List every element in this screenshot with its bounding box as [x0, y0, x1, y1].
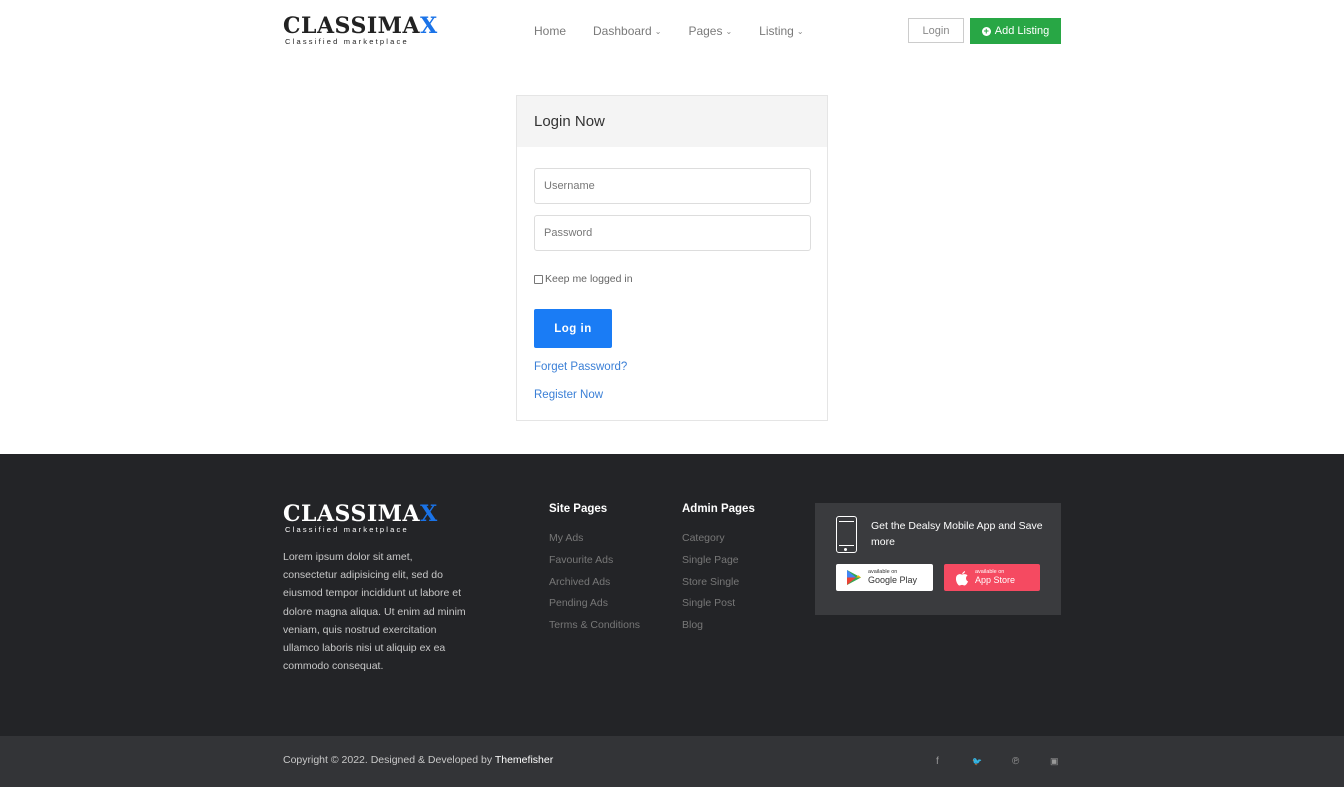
admin-pages-title: Admin Pages — [682, 503, 755, 515]
footer-logo-tagline: Classified marketplace — [285, 525, 409, 534]
forget-password-link[interactable]: Forget Password? — [534, 361, 627, 373]
themefisher-link[interactable]: Themefisher — [495, 754, 553, 766]
chevron-down-icon: ⌄ — [654, 26, 662, 36]
password-input[interactable]: Password — [534, 215, 811, 251]
google-play-badge[interactable]: available on Google Play — [836, 564, 933, 591]
app-store-badge[interactable]: available on App Store — [944, 564, 1040, 591]
admin-pages-column: Admin Pages Category Single Page Store S… — [682, 503, 755, 641]
add-listing-label: Add Listing — [994, 25, 1050, 37]
footer-link-single-page[interactable]: Single Page — [682, 554, 755, 576]
chevron-down-icon: ⌄ — [725, 26, 733, 36]
main-menu: Home Dashboard ⌄ Pages ⌄ Listing ⌄ — [534, 24, 831, 38]
apple-icon — [955, 570, 968, 585]
footer-link-archived-ads[interactable]: Archived Ads — [549, 576, 640, 598]
menu-item-pages[interactable]: Pages ⌄ — [688, 24, 732, 38]
remember-label[interactable]: Keep me logged in — [545, 273, 633, 285]
pinterest-icon[interactable]: ℗ — [1012, 756, 1019, 767]
footer-logo-wordmark: CLASSIMAX — [283, 501, 438, 527]
register-link[interactable]: Register Now — [534, 389, 603, 401]
add-listing-button[interactable]: + Add Listing — [970, 18, 1061, 44]
footer-link-single-post[interactable]: Single Post — [682, 597, 755, 619]
copyright-bar: Copyright © 2022. Designed & Developed b… — [0, 736, 1344, 787]
remember-checkbox[interactable] — [534, 274, 543, 284]
footer-link-terms[interactable]: Terms & Conditions — [549, 619, 640, 641]
remember-me: Keep me logged in — [534, 273, 633, 285]
menu-item-dashboard[interactable]: Dashboard ⌄ — [593, 24, 661, 38]
footer-about-text: Lorem ipsum dolor sit amet, consectetur … — [283, 551, 466, 673]
footer-link-favourite-ads[interactable]: Favourite Ads — [549, 554, 640, 576]
username-input[interactable]: Username — [534, 168, 811, 204]
mobile-phone-icon — [836, 516, 857, 553]
logo-tagline: Classified marketplace — [285, 37, 409, 46]
footer-logo[interactable]: CLASSIMAX Classified marketplace — [283, 503, 438, 534]
login-card: Login Now Username Password Keep me logg… — [516, 95, 828, 421]
top-navbar: CLASSIMAX Classified marketplace Home Da… — [0, 0, 1344, 62]
chevron-down-icon: ⌄ — [796, 26, 804, 36]
plus-circle-icon: + — [981, 25, 991, 36]
vimeo-icon[interactable]: ▣ — [1050, 756, 1059, 767]
twitter-icon[interactable]: 🐦 — [972, 757, 982, 766]
site-pages-title: Site Pages — [549, 503, 608, 515]
app-store-text: available on App Store — [975, 569, 1016, 585]
login-submit-button[interactable]: Log in — [534, 309, 612, 348]
site-pages-column: Site Pages My Ads Favourite Ads Archived… — [549, 503, 640, 641]
footer: CLASSIMAX Classified marketplace Lorem i… — [0, 454, 1344, 736]
login-button[interactable]: Login — [908, 18, 964, 43]
password-placeholder: Password — [544, 227, 593, 239]
login-title: Login Now — [517, 96, 827, 147]
menu-item-listing[interactable]: Listing ⌄ — [759, 24, 803, 38]
app-promo-text: Get the Dealsy Mobile App and Save more — [871, 520, 1043, 548]
footer-link-pending-ads[interactable]: Pending Ads — [549, 597, 640, 619]
menu-item-home[interactable]: Home — [534, 24, 566, 38]
copyright-text: Copyright © 2022. Designed & Developed b… — [283, 754, 554, 766]
footer-link-blog[interactable]: Blog — [682, 619, 755, 641]
facebook-icon[interactable]: f — [936, 756, 939, 767]
google-play-icon — [847, 570, 861, 585]
logo-wordmark: CLASSIMAX — [283, 13, 438, 39]
google-play-text: available on Google Play — [868, 569, 918, 585]
mobile-app-promo: Get the Dealsy Mobile App and Save more … — [815, 503, 1061, 615]
brand-logo[interactable]: CLASSIMAX Classified marketplace — [283, 15, 438, 46]
footer-link-my-ads[interactable]: My Ads — [549, 532, 640, 554]
footer-link-store-single[interactable]: Store Single — [682, 576, 755, 598]
username-placeholder: Username — [544, 180, 595, 192]
footer-link-category[interactable]: Category — [682, 532, 755, 554]
